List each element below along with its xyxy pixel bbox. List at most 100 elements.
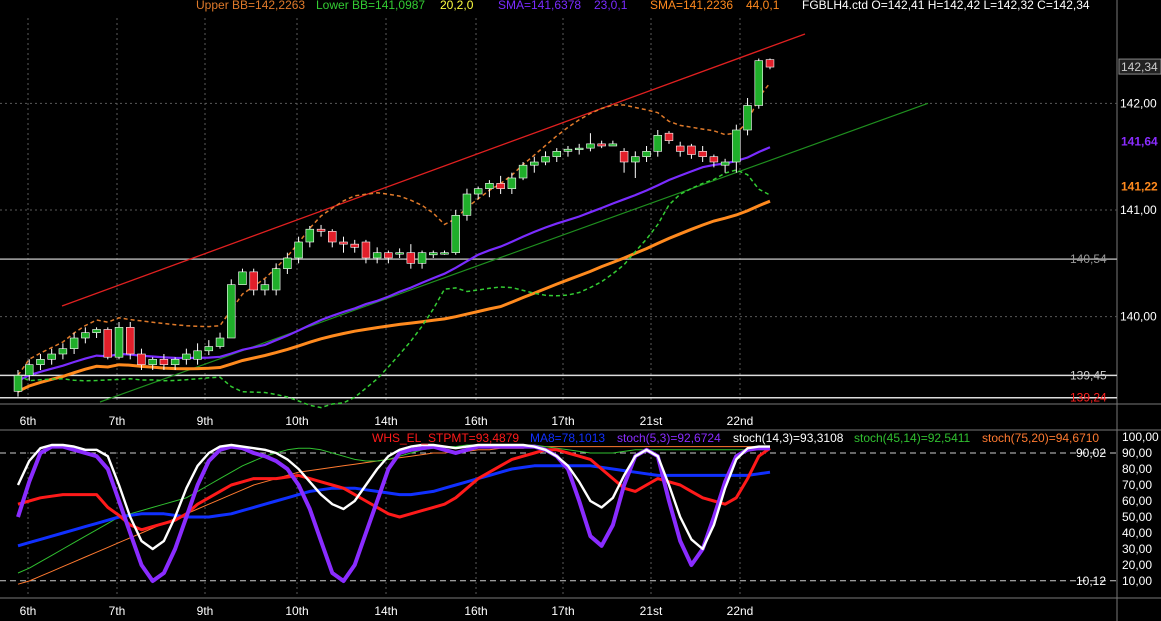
candle-body [765,59,775,68]
date-label: 14th [374,414,397,428]
date-label: 9th [197,414,214,428]
candle-body [103,329,113,358]
candle-body [541,156,550,163]
candle-body [114,327,124,358]
stoch14-legend: stoch(14,3)=93,3108 [733,431,844,445]
price-label: 142,34 [1121,60,1158,74]
candle-body [664,132,674,141]
candle-body [530,161,539,166]
candle-body [13,375,23,392]
candle-body [92,329,101,333]
candle-body [574,147,584,150]
price-label: 139,45 [1070,368,1107,382]
candle-body [204,346,214,352]
candle-body [182,353,191,360]
stoch5-legend: stoch(5,3)=92,6724 [617,431,721,445]
oscillator-tick-label: 80,00 [1122,462,1152,476]
price-tick-label: 142,00 [1120,96,1157,110]
price-label: 141,22 [1121,180,1158,194]
candle-body [586,143,595,149]
candle-body [709,156,719,163]
candle-body [328,231,337,243]
candle-body [395,252,404,255]
candle-body [429,252,438,256]
chart-canvas: Upper BB=142,2263 Lower BB=141,0987 20,2… [0,0,1161,621]
ohlc-label: FGBLH4.ctd O=142,41 H=142,42 L=142,32 C=… [802,0,1090,12]
oscillator-level-label: 90,02 [1076,446,1106,460]
date-label: 10th [285,414,308,428]
candle-body [159,359,169,365]
oscillator-level-label: 10,12 [1076,574,1106,588]
sma23-label: SMA=141,6378 [498,0,581,12]
candle-body [316,228,326,232]
candle-body [260,284,270,291]
candle-body [485,183,494,189]
candle-body [473,188,483,195]
candle-body [271,268,281,291]
date-label: 7th [109,604,126,618]
oscillator-tick-label: 90,00 [1122,446,1152,460]
candle-body [81,332,90,339]
candle-body [496,183,505,189]
candle-body [294,241,303,259]
candle-body [743,105,752,131]
date-label: 10th [285,604,308,618]
price-tick-label: 141,00 [1120,203,1157,217]
candle-body [754,60,764,106]
price-tick-label: 140,00 [1120,310,1157,324]
candle-body [406,252,416,264]
candle-body [720,161,730,166]
ma8-legend: MA8=78,1013 [530,431,605,445]
candle-body [642,151,651,157]
candle-body [675,145,685,152]
lower-bb-label: Lower BB=141,0987 [316,0,425,12]
oscillator-tick-label: 60,00 [1122,494,1152,508]
date-label: 16th [464,604,487,618]
candle-body [653,135,662,152]
date-label: 6th [20,414,37,428]
candle-body [170,359,180,365]
candle-body [451,215,460,253]
candle-body [148,359,157,365]
date-label: 6th [20,604,37,618]
candle-body [372,252,382,259]
candle-body [283,257,292,269]
date-label: 16th [464,414,487,428]
oscillator-tick-label: 10,00 [1122,574,1152,588]
price-label: 139,24 [1070,391,1107,405]
candle-body [137,353,146,365]
date-label: 7th [109,414,126,428]
sma23-params-label: 23,0,1 [594,0,628,12]
candle-body [597,143,606,147]
stoch75-legend: stoch(75,20)=94,6710 [982,431,1099,445]
date-label: 22nd [727,414,754,428]
bb-params-label: 20,2,0 [440,0,474,12]
oscillator-tick-label: 50,00 [1122,510,1152,524]
candle-body [619,151,629,163]
date-label: 14th [374,604,397,618]
date-label: 17th [551,414,574,428]
candle-body [227,284,236,339]
candle-body [69,337,79,349]
oscillator-tick-label: 100,00 [1122,430,1159,444]
date-label: 21st [640,604,663,618]
candle-body [608,143,618,147]
candle-body [339,241,348,245]
oscillator-tick-label: 40,00 [1122,526,1152,540]
date-label: 9th [197,604,214,618]
date-label: 22nd [727,604,754,618]
oscillator-tick-label: 30,00 [1122,542,1152,556]
sma44-label: SMA=141,2236 [650,0,733,12]
candle-body [518,164,528,179]
candle-body [36,359,45,365]
candle-body [440,252,449,255]
candle-body [361,241,371,259]
candle-body [47,353,56,360]
candle-body [24,364,34,376]
price-label: 141,64 [1121,135,1158,149]
chart-background [0,0,1161,621]
whs-legend: WHS_EL_STPMT=93,4879 [372,431,519,445]
candle-body [58,348,68,355]
candle-body [698,151,707,157]
candle-body [563,148,573,152]
